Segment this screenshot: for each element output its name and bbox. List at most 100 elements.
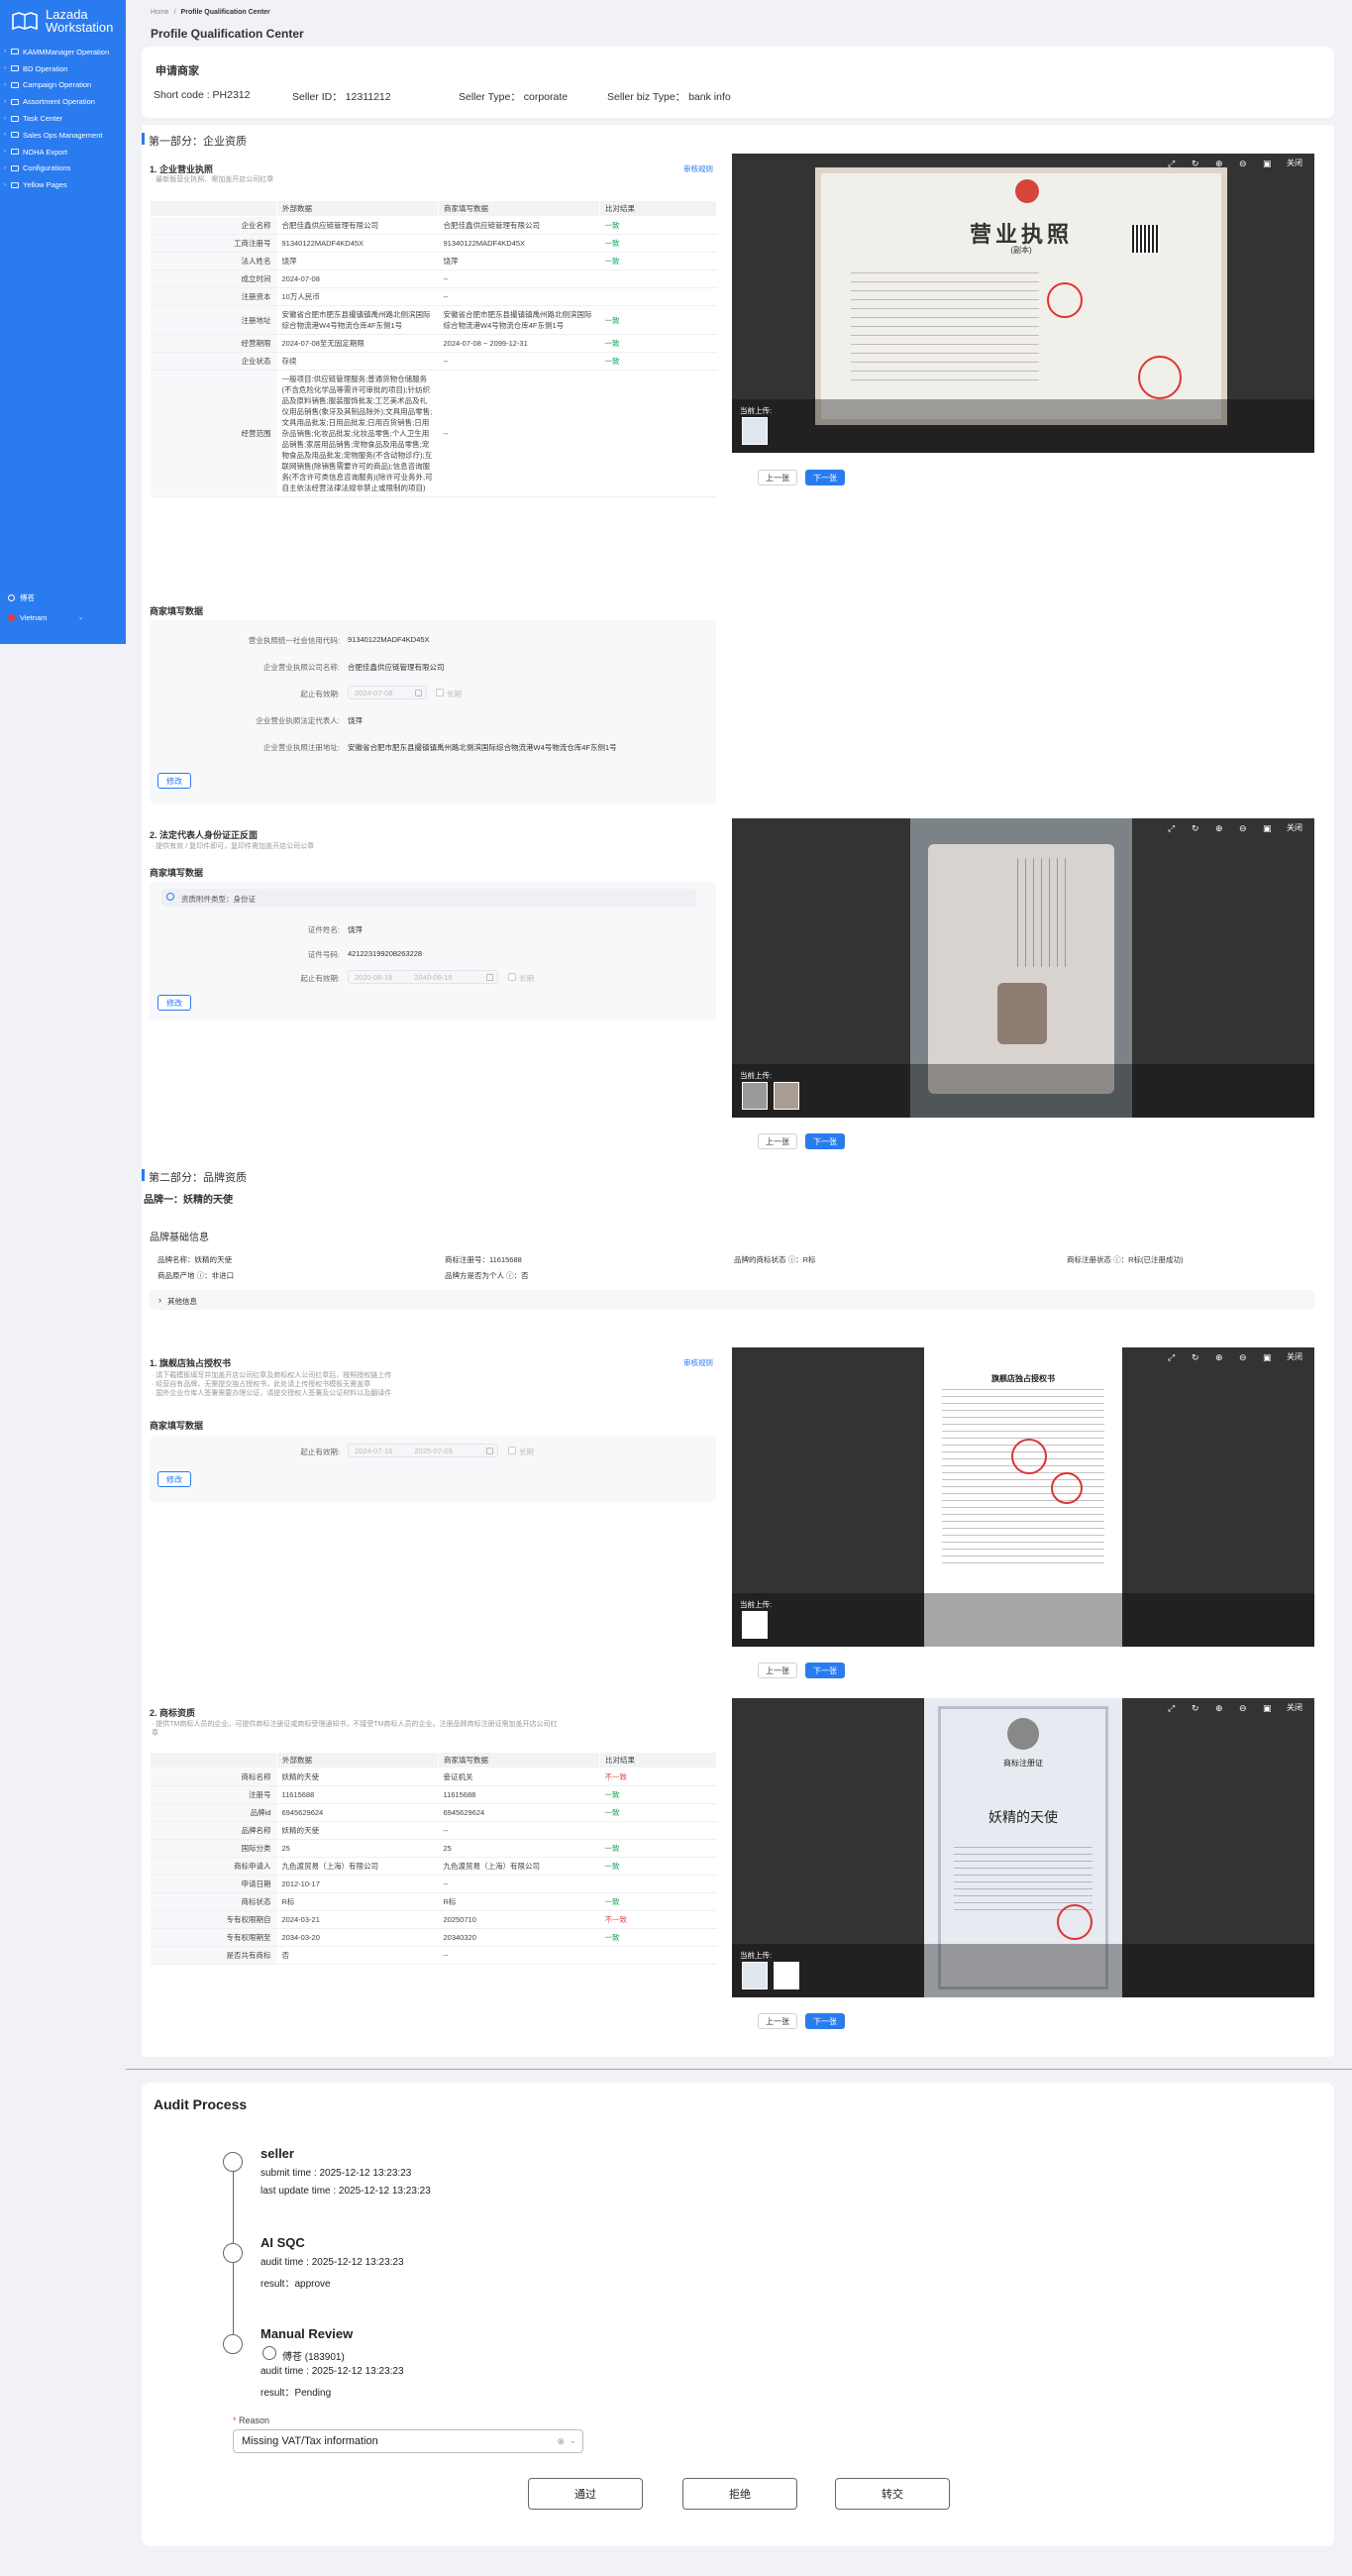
step-connector (233, 2263, 234, 2334)
sidebar-item[interactable]: › Yellow Pages (0, 176, 126, 193)
sidebar-item[interactable]: › BD Operation (0, 60, 126, 77)
menu-item-icon (11, 181, 19, 188)
credit-code-label: 营业执照统一社会信用代码: (248, 636, 340, 645)
breadcrumb-home[interactable]: Home (151, 9, 169, 16)
user-menu[interactable]: 傅苍 (8, 592, 35, 603)
close-viewer-button[interactable]: 关闭 (1287, 1702, 1302, 1713)
prev-image-button[interactable]: 上一张 (758, 1663, 797, 1678)
reason-label-text: Reason (239, 2415, 270, 2425)
auth-image-viewer[interactable]: 旗舰店独占授权书 ⤢ ↻ ⊕ ⊖ ▣ 关闭 当前上传: (732, 1347, 1314, 1647)
close-viewer-button[interactable]: 关闭 (1287, 1351, 1302, 1362)
credit-code-value: 91340122MADF4KD45X (348, 635, 430, 644)
info-icon (166, 893, 174, 901)
prev-image-button[interactable]: 上一张 (758, 2013, 797, 2029)
prev-image-button[interactable]: 上一张 (758, 1133, 797, 1149)
id-validity-range[interactable]: 2020-06-16 2040-06-16 (348, 970, 498, 984)
reason-select[interactable]: Missing VAT/Tax information ⊗ ⌄ (233, 2429, 583, 2453)
chevron-right-icon: › (158, 1295, 161, 1305)
image-icon[interactable]: ▣ (1263, 1703, 1273, 1713)
license-audit-rules-link[interactable]: 审核规则 (683, 163, 713, 174)
id-image-viewer[interactable]: ⤢ ↻ ⊕ ⊖ ▣ 关闭 当前上传: (732, 818, 1314, 1118)
external-value: 25 (276, 1839, 439, 1858)
next-image-button[interactable]: 下一张 (805, 1663, 845, 1678)
thumbnail[interactable] (742, 1611, 768, 1639)
id-edit-button[interactable]: 修改 (157, 995, 191, 1011)
lazada-logo[interactable]: Lazada Workstation (0, 0, 126, 44)
rotate-icon[interactable]: ↻ (1192, 159, 1201, 168)
next-image-button[interactable]: 下一张 (805, 470, 845, 485)
thumbnail[interactable] (742, 1962, 768, 1989)
sidebar-item[interactable]: › Configurations (0, 161, 126, 177)
trademark-image-viewer[interactable]: 商标注册证 妖精的天使 ⤢ ↻ ⊕ ⊖ ▣ 关闭 当前上传: (732, 1698, 1314, 1997)
zoom-in-icon[interactable]: ⊕ (1215, 1352, 1225, 1362)
id-attachment-info: 资质附件类型：身份证 (161, 889, 696, 907)
image-icon[interactable]: ▣ (1263, 823, 1273, 833)
zoom-in-icon[interactable]: ⊕ (1215, 823, 1225, 833)
license-edit-button[interactable]: 修改 (157, 773, 191, 789)
fullscreen-icon[interactable]: ⤢ (1168, 823, 1178, 833)
auth-permanent-checkbox[interactable] (508, 1447, 516, 1454)
step-manual-time: audit time : 2025-12-12 13:23:23 (260, 2366, 404, 2377)
thumbnail[interactable] (774, 1082, 799, 1110)
permanent-checkbox[interactable] (436, 689, 444, 697)
next-image-button[interactable]: 下一张 (805, 2013, 845, 2029)
close-viewer-button[interactable]: 关闭 (1287, 158, 1302, 168)
compare-result: 不一致 (599, 1768, 717, 1786)
image-icon[interactable]: ▣ (1263, 1352, 1273, 1362)
other-info-toggle[interactable]: 其他信息 (150, 1290, 1314, 1310)
license-image-viewer[interactable]: 营业执照 (副本) ⤢ ↻ ⊕ ⊖ ▣ 关闭 当前上传: (732, 154, 1314, 453)
validity-from-input[interactable]: 2024-07-08 (348, 686, 427, 699)
sidebar-item[interactable]: › KAMMManager Operation (0, 44, 126, 60)
transfer-button[interactable]: 转交 (835, 2478, 950, 2510)
sidebar-item[interactable]: › Assortment Operation (0, 93, 126, 110)
zoom-in-icon[interactable]: ⊕ (1215, 1703, 1225, 1713)
breadcrumb: Home / Profile Qualification Center (151, 9, 270, 16)
red-seal-image (1051, 1472, 1083, 1504)
zoom-in-icon[interactable]: ⊕ (1215, 159, 1225, 168)
fullscreen-icon[interactable]: ⤢ (1168, 159, 1178, 168)
id-text-lines (1017, 858, 1073, 967)
zoom-out-icon[interactable]: ⊖ (1239, 159, 1249, 168)
auth-validity-range[interactable]: 2024-07-16 2025-07-09 (348, 1444, 498, 1457)
image-icon[interactable]: ▣ (1263, 159, 1273, 168)
section-marker (142, 1169, 145, 1181)
id-validity-label: 起止有效期: (300, 974, 340, 983)
next-image-button[interactable]: 下一张 (805, 1133, 845, 1149)
trademark-pager: 上一张 下一张 (758, 2013, 845, 2029)
step-connector (233, 2172, 234, 2243)
id-permanent-checkbox[interactable] (508, 973, 516, 981)
fullscreen-icon[interactable]: ⤢ (1168, 1352, 1178, 1362)
prev-image-button[interactable]: 上一张 (758, 470, 797, 485)
thumbnail[interactable] (774, 1962, 799, 1989)
current-upload-label: 当前上传: (740, 1071, 773, 1080)
country-selector[interactable]: Vietnam ⌄ (8, 613, 83, 622)
auth-edit-button[interactable]: 修改 (157, 1471, 191, 1487)
sidebar-item[interactable]: › Task Center (0, 110, 126, 127)
zoom-out-icon[interactable]: ⊖ (1239, 1703, 1249, 1713)
zoom-out-icon[interactable]: ⊖ (1239, 1352, 1249, 1362)
reject-button[interactable]: 拒绝 (682, 2478, 797, 2510)
rotate-icon[interactable]: ↻ (1192, 1352, 1201, 1362)
trademark-doc-brand: 妖精的天使 (988, 1809, 1058, 1825)
table-header-cell: 外部数据 (276, 200, 439, 217)
compare-result: 一致 (599, 334, 717, 353)
audit-title: Audit Process (154, 2096, 248, 2112)
rotate-icon[interactable]: ↻ (1192, 823, 1201, 833)
approve-button[interactable]: 通过 (528, 2478, 643, 2510)
sidebar-item[interactable]: › Sales Ops Management (0, 127, 126, 144)
trademark-reg-status: 商标注册状态 ⓘ：R标(已注册成功) (1067, 1255, 1184, 1264)
zoom-out-icon[interactable]: ⊖ (1239, 823, 1249, 833)
thumbnail[interactable] (742, 417, 768, 445)
row-label: 经营范围 (150, 370, 277, 497)
clear-icon[interactable]: ⊗ (557, 2436, 565, 2447)
fullscreen-icon[interactable]: ⤢ (1168, 1703, 1178, 1713)
close-viewer-button[interactable]: 关闭 (1287, 822, 1302, 833)
row-label: 经营期限 (150, 334, 277, 353)
sidebar-item[interactable]: › NOHA Export (0, 144, 126, 161)
brand-name-heading: 品牌一：妖精的天使 (144, 1195, 233, 1206)
rotate-icon[interactable]: ↻ (1192, 1703, 1201, 1713)
thumbnail[interactable] (742, 1082, 768, 1110)
external-value: 妖精的天使 (276, 1768, 439, 1786)
auth-audit-rules-link[interactable]: 审核规则 (683, 1357, 713, 1368)
sidebar-item[interactable]: › Campaign Operation (0, 77, 126, 94)
